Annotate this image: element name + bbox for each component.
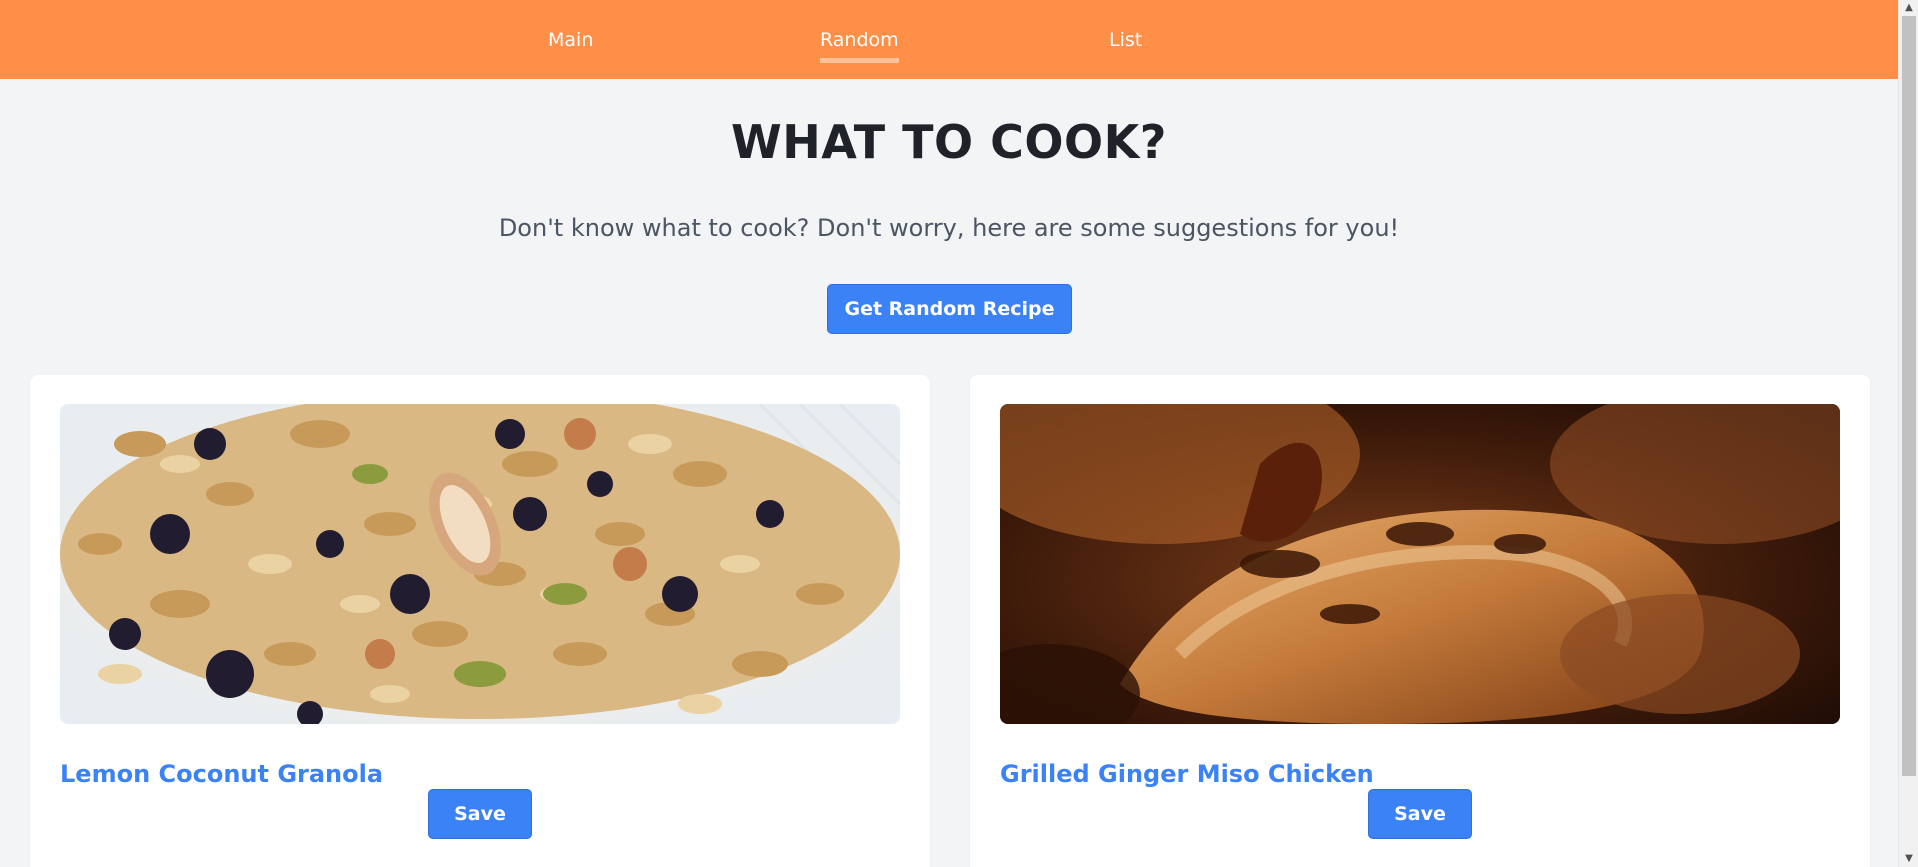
save-button[interactable]: Save <box>428 789 532 839</box>
recipe-image-chicken <box>1000 404 1840 724</box>
recipe-image-granola <box>60 404 900 724</box>
save-button[interactable]: Save <box>1368 789 1472 839</box>
nav-link-main[interactable]: Main <box>548 28 593 52</box>
chevron-down-icon[interactable]: ▼ <box>1899 851 1918 867</box>
page: Main Random List WHAT TO COOK? Don't kno… <box>0 0 1898 867</box>
recipe-card: Lemon Coconut Granola Save <box>30 375 930 867</box>
page-subtitle: Don't know what to cook? Don't worry, he… <box>498 214 1400 242</box>
nav-link-list[interactable]: List <box>1109 28 1142 52</box>
recipe-title[interactable]: Grilled Ginger Miso Chicken <box>1000 759 1374 789</box>
recipe-card: Grilled Ginger Miso Chicken Save <box>970 375 1870 867</box>
top-navbar: Main Random List <box>0 0 1898 79</box>
chevron-up-icon[interactable]: ▲ <box>1899 0 1918 16</box>
grilled-chicken-photo <box>1000 404 1840 724</box>
nav-link-random[interactable]: Random <box>820 28 899 63</box>
browser-viewport: Main Random List WHAT TO COOK? Don't kno… <box>0 0 1918 867</box>
granola-photo <box>60 404 900 724</box>
get-random-recipe-button[interactable]: Get Random Recipe <box>827 284 1072 334</box>
vertical-scrollbar[interactable]: ▲ ▼ <box>1898 0 1918 867</box>
page-title: WHAT TO COOK? <box>731 115 1167 169</box>
recipe-title[interactable]: Lemon Coconut Granola <box>60 759 383 789</box>
scrollbar-thumb[interactable] <box>1902 16 1916 776</box>
